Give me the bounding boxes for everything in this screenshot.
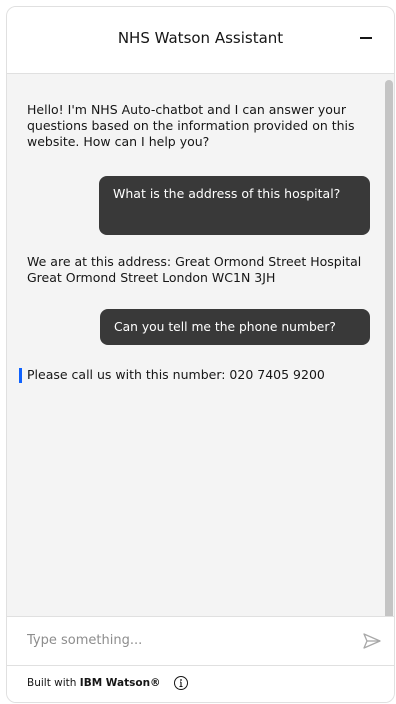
chat-title: NHS Watson Assistant bbox=[117, 29, 284, 47]
info-icon bbox=[174, 676, 188, 690]
scrollbar[interactable] bbox=[385, 80, 393, 620]
message-input[interactable] bbox=[27, 629, 327, 651]
bot-message-text: Please call us with this number: 020 740… bbox=[27, 367, 325, 382]
bot-message-focused: Please call us with this number: 020 740… bbox=[19, 367, 369, 383]
bot-message: We are at this address: Great Ormond Str… bbox=[27, 254, 362, 285]
send-icon bbox=[363, 633, 381, 649]
user-message: What is the address of this hospital? bbox=[99, 176, 370, 235]
minimize-button[interactable] bbox=[352, 23, 380, 51]
built-with-text: Built with IBM Watson® bbox=[27, 677, 161, 689]
footer: Built with IBM Watson® bbox=[7, 666, 394, 702]
user-message: Can you tell me the phone number? bbox=[100, 309, 370, 345]
send-button[interactable] bbox=[360, 629, 384, 653]
info-button[interactable] bbox=[173, 675, 189, 691]
chat-window: NHS Watson Assistant Hello! I'm NHS Auto… bbox=[6, 6, 395, 703]
built-with-label: Built with bbox=[27, 677, 77, 689]
chat-header: NHS Watson Assistant bbox=[7, 7, 394, 74]
ibm-watson-brand: IBM Watson® bbox=[79, 677, 161, 689]
bot-message: Hello! I'm NHS Auto-chatbot and I can an… bbox=[27, 102, 355, 149]
minus-icon bbox=[360, 37, 372, 39]
input-area bbox=[7, 616, 394, 666]
message-list[interactable]: Hello! I'm NHS Auto-chatbot and I can an… bbox=[7, 74, 394, 620]
focus-indicator bbox=[19, 368, 22, 383]
